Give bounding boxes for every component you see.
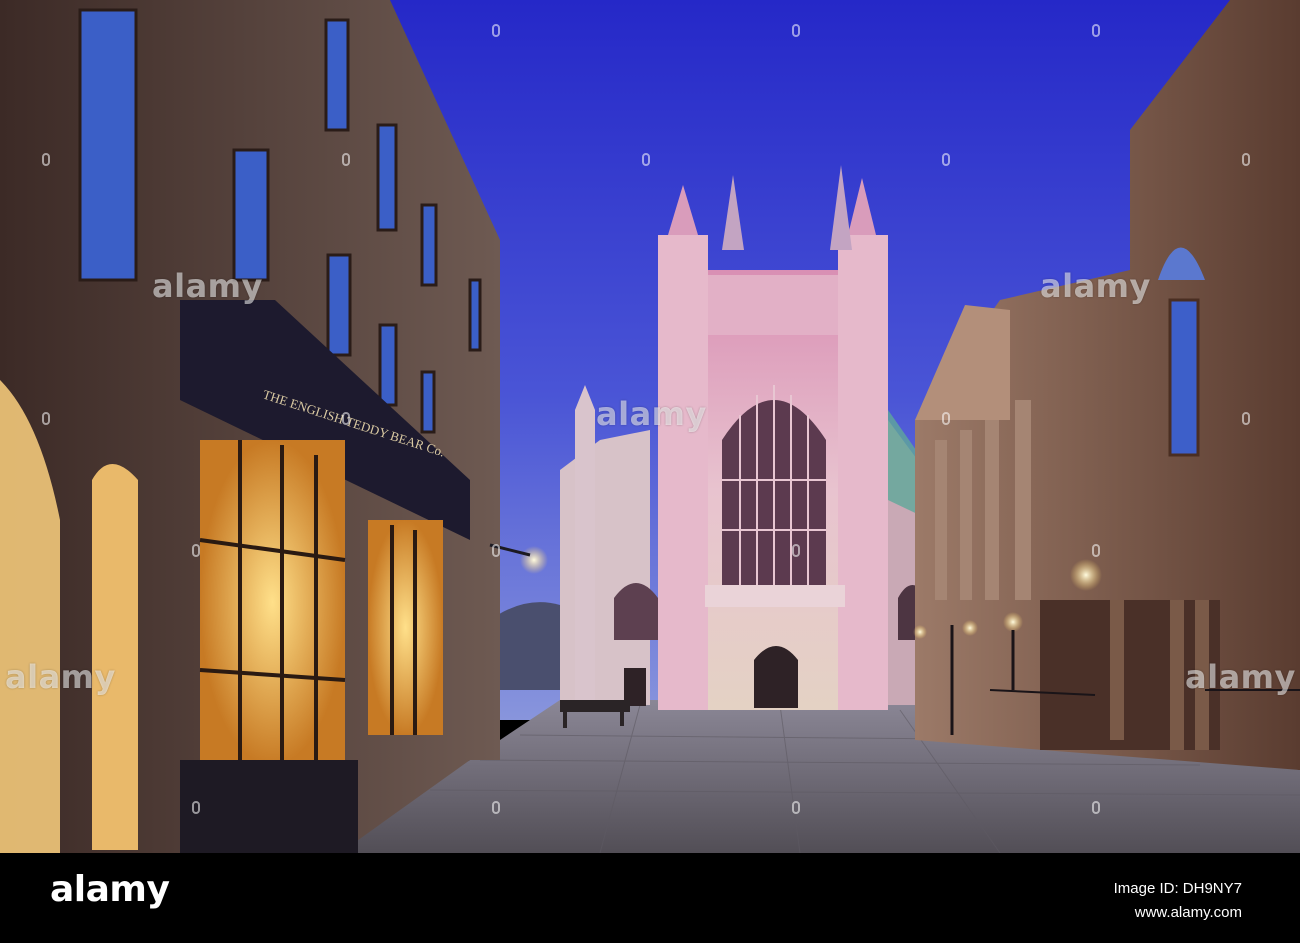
street-photo: THE ENGLISH TEDDY BEAR Co. alamy alamy a…: [0, 0, 1300, 853]
watermark-mark: [192, 544, 200, 557]
watermark-mark: [1092, 801, 1100, 814]
watermark-mark: [42, 153, 50, 166]
watermark-mark: [942, 412, 950, 425]
abbey-north-tower: [658, 235, 708, 710]
street-lamp-3: [962, 620, 978, 636]
right-tall-window: [1168, 298, 1200, 457]
watermark-mark: [492, 801, 500, 814]
watermark-mark: [1242, 153, 1250, 166]
street-lamp-2: [1003, 612, 1023, 632]
wall-lamp: [520, 546, 548, 574]
watermark-mark: [492, 24, 500, 37]
image-id: Image ID: DH9NY7: [1113, 880, 1242, 897]
watermark-mark: [642, 153, 650, 166]
watermark-mark: [792, 801, 800, 814]
distant-hill: [490, 602, 560, 690]
watermark-mark: [792, 544, 800, 557]
lit-door: [92, 464, 138, 850]
abbey-south-tower: [838, 235, 888, 710]
stock-info: Image ID: DH9NY7 www.alamy.com: [1114, 877, 1242, 925]
watermark-mark: [1092, 24, 1100, 37]
watermark-mark: [942, 153, 950, 166]
shop-window-right: [368, 520, 443, 735]
abbey-west-door: [754, 646, 798, 708]
site-url: www.alamy.com: [1134, 904, 1242, 921]
street-lamp-1: [1070, 559, 1102, 591]
colonnade-base: [1040, 600, 1220, 750]
watermark-mark: [192, 801, 200, 814]
watermark-mark: [342, 412, 350, 425]
brand-logo: alamy: [50, 869, 170, 910]
watermark-mark: [1242, 412, 1250, 425]
bath-abbey-scene: THE ENGLISH TEDDY BEAR Co.: [0, 0, 1300, 853]
shop-window-left: [200, 440, 345, 765]
abbey-aisle-window: [614, 583, 658, 640]
photo-frame: THE ENGLISH TEDDY BEAR Co. alamy alamy a…: [0, 0, 1300, 943]
watermark-mark: [492, 544, 500, 557]
watermark-mark: [1092, 544, 1100, 557]
footer-bar: alamy Image ID: DH9NY7 www.alamy.com: [0, 853, 1300, 943]
watermark-mark: [792, 24, 800, 37]
watermark-mark: [42, 412, 50, 425]
watermark-mark: [342, 153, 350, 166]
abbey-north-aisle: [560, 430, 650, 705]
street-lamp-4: [913, 625, 927, 639]
